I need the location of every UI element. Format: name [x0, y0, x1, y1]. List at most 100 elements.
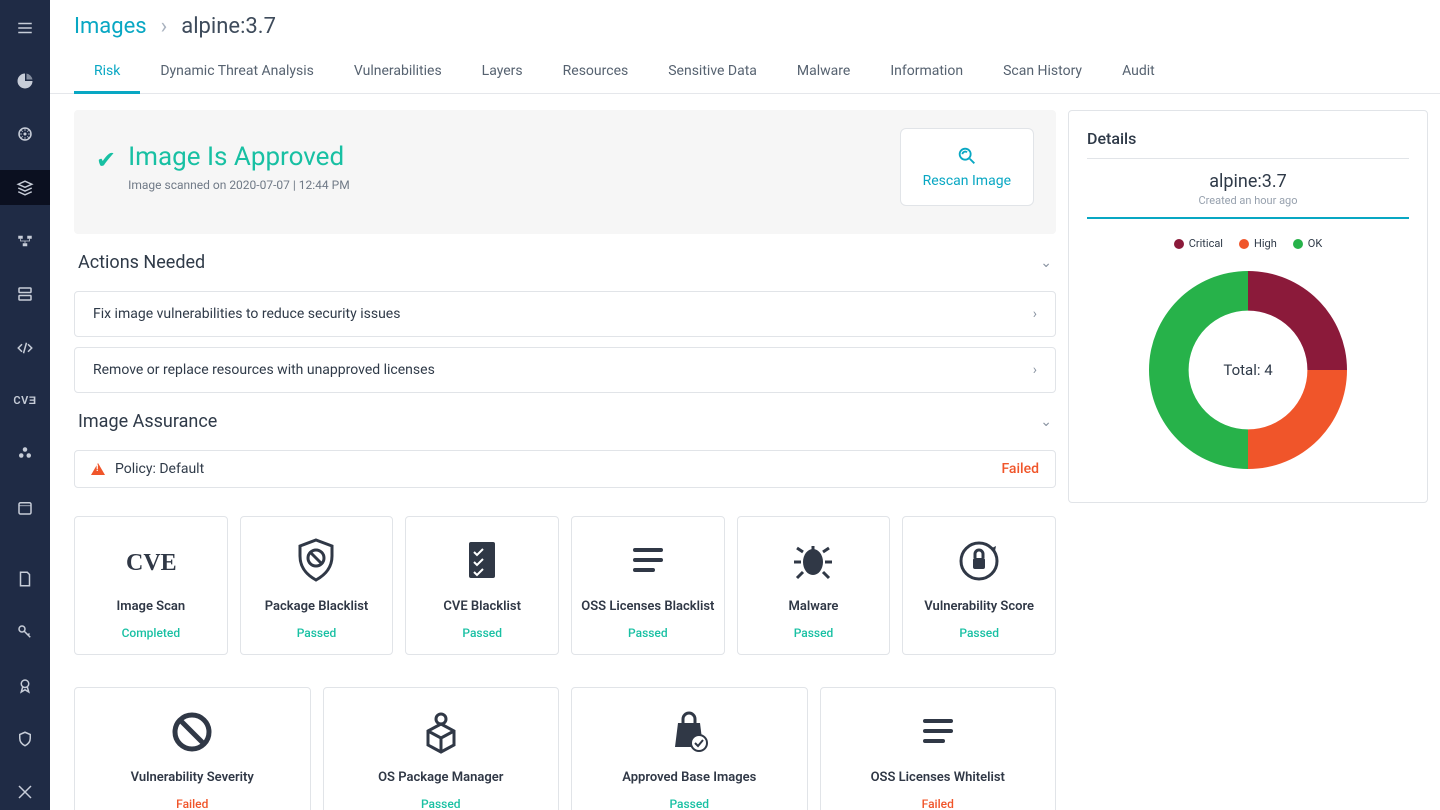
rescan-label: Rescan Image — [923, 173, 1011, 189]
approval-banner: ✔ Image Is Approved Image scanned on 202… — [74, 110, 1056, 234]
divider — [1087, 217, 1409, 219]
bag-check-icon — [664, 706, 714, 758]
calendar-icon[interactable] — [0, 490, 50, 525]
tile-status: Passed — [959, 626, 999, 640]
tab-scan-history[interactable]: Scan History — [983, 49, 1102, 93]
actions-list: Fix image vulnerabilities to reduce secu… — [74, 291, 1056, 393]
tab-information[interactable]: Information — [870, 49, 983, 93]
assurance-tile[interactable]: Vulnerability Severity Failed — [74, 687, 311, 810]
tab-sensitive-data[interactable]: Sensitive Data — [648, 49, 777, 93]
chevron-down-icon[interactable]: ⌄ — [1040, 255, 1052, 271]
tile-label: OSS Licenses Blacklist — [581, 599, 714, 614]
menu-icon[interactable] — [0, 10, 50, 45]
tile-status: Passed — [297, 626, 337, 640]
images-icon[interactable] — [0, 170, 50, 205]
assurance-tile[interactable]: Package Blacklist Passed — [240, 516, 394, 655]
donut-chart: Total: 4 — [1138, 260, 1358, 480]
cluster-icon[interactable] — [0, 437, 50, 472]
chart-legend: Critical High OK — [1087, 237, 1409, 250]
tile-status: Passed — [794, 626, 834, 640]
checklist-icon — [457, 535, 507, 587]
assurance-tile[interactable]: Malware Passed — [737, 516, 891, 655]
tab-malware[interactable]: Malware — [777, 49, 870, 93]
action-item[interactable]: Fix image vulnerabilities to reduce secu… — [74, 291, 1056, 337]
sidebar: CVƎ — [0, 0, 50, 810]
tab-risk[interactable]: Risk — [74, 49, 140, 94]
tab-layers[interactable]: Layers — [462, 49, 543, 93]
tab-vulnerabilities[interactable]: Vulnerabilities — [334, 49, 462, 93]
assurance-tile[interactable]: OSS Licenses Blacklist Passed — [571, 516, 725, 655]
tile-label: Package Blacklist — [265, 599, 369, 614]
policy-status: Failed — [1001, 461, 1039, 477]
lock-cycle-icon — [954, 535, 1004, 587]
shield-no-icon — [291, 535, 341, 587]
tab-dynamic-threat-analysis[interactable]: Dynamic Threat Analysis — [140, 49, 334, 93]
document-icon[interactable] — [0, 561, 50, 596]
tile-label: Vulnerability Score — [924, 599, 1034, 614]
policy-label: Policy: Default — [115, 461, 204, 477]
chevron-right-icon: › — [1033, 362, 1037, 378]
chevron-right-icon: › — [161, 14, 168, 39]
server-icon[interactable] — [0, 277, 50, 312]
tile-label: Image Scan — [117, 599, 186, 614]
breadcrumb-root[interactable]: Images — [74, 14, 147, 39]
assurance-tile[interactable]: CVE Image Scan Completed — [74, 516, 228, 655]
action-item[interactable]: Remove or replace resources with unappro… — [74, 347, 1056, 393]
list-icon — [623, 535, 673, 587]
details-card: Details alpine:3.7 Created an hour ago C… — [1068, 110, 1428, 503]
cve-text-icon: CVE — [126, 535, 176, 587]
details-header: Details — [1087, 129, 1409, 159]
cve-icon[interactable]: CVƎ — [0, 383, 50, 418]
tile-label: Vulnerability Severity — [131, 770, 254, 785]
forbid-icon — [167, 706, 217, 758]
tile-status: Passed — [462, 626, 502, 640]
shield-icon[interactable] — [0, 721, 50, 756]
assurance-tile[interactable]: Vulnerability Score Passed — [902, 516, 1056, 655]
tabbar: RiskDynamic Threat AnalysisVulnerabiliti… — [50, 49, 1440, 94]
main: Images › alpine:3.7 RiskDynamic Threat A… — [50, 0, 1440, 810]
search-refresh-icon — [956, 145, 978, 167]
assurance-tile[interactable]: OS Package ManagerPassed — [323, 687, 560, 810]
details-created: Created an hour ago — [1087, 194, 1409, 207]
rescan-button[interactable]: Rescan Image — [900, 128, 1034, 206]
warning-icon — [91, 463, 105, 475]
tile-status: Failed — [922, 797, 954, 810]
breadcrumb-leaf: alpine:3.7 — [181, 14, 276, 39]
assurance-tile[interactable]: CVE Blacklist Passed — [405, 516, 559, 655]
actions-header: Actions Needed ⌄ — [74, 250, 1056, 275]
legend-item: High — [1239, 237, 1277, 250]
chevron-down-icon[interactable]: ⌄ — [1040, 414, 1052, 430]
tab-audit[interactable]: Audit — [1102, 49, 1175, 93]
approval-subtitle: Image scanned on 2020-07-07 | 12:44 PM — [128, 178, 350, 192]
tab-resources[interactable]: Resources — [543, 49, 649, 93]
tile-status: Failed — [176, 797, 208, 810]
package-icon — [416, 706, 466, 758]
flow-icon[interactable] — [0, 223, 50, 258]
assurance-tiles-row2: Vulnerability Severity Failed OS Package M… — [74, 687, 1056, 810]
chevron-right-icon: › — [1033, 306, 1037, 322]
legend-item: OK — [1293, 237, 1322, 250]
assurance-tile[interactable]: OSS Licenses WhitelistFailed — [820, 687, 1057, 810]
dashboard-icon[interactable] — [0, 63, 50, 98]
assurance-tile[interactable]: Approved Base Images Passed — [571, 687, 808, 810]
tile-label: CVE Blacklist — [443, 599, 521, 614]
tile-status: Completed — [122, 626, 181, 640]
tile-label: Approved Base Images — [622, 770, 756, 785]
code-icon[interactable] — [0, 330, 50, 365]
tile-status: Passed — [669, 797, 709, 810]
wheel-icon[interactable] — [0, 117, 50, 152]
check-icon: ✔ — [96, 146, 116, 174]
badge-icon[interactable] — [0, 668, 50, 703]
key-icon[interactable] — [0, 615, 50, 650]
tile-label: Malware — [789, 599, 839, 614]
tile-status: Passed — [628, 626, 668, 640]
donut-center-label: Total: 4 — [1138, 260, 1358, 480]
policy-row[interactable]: Policy: Default Failed — [74, 450, 1056, 488]
approval-title: Image Is Approved — [128, 142, 350, 172]
breadcrumb: Images › alpine:3.7 — [50, 0, 1440, 49]
tile-label: OS Package Manager — [378, 770, 503, 785]
legend-item: Critical — [1174, 237, 1223, 250]
assurance-tiles-row1: CVEImage ScanCompletedPackage BlacklistP… — [74, 516, 1056, 655]
bug-icon — [788, 535, 838, 587]
tools-icon[interactable] — [0, 775, 50, 810]
